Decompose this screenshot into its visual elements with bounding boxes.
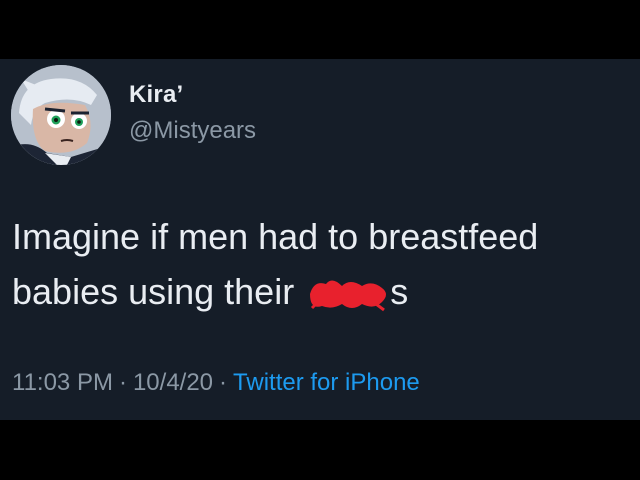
tweet-text: Imagine if men had to breastfeed babies … (12, 209, 624, 319)
user-handle[interactable]: @Mistyears (129, 117, 256, 145)
tweet-metadata: 11:03 PM · 10/4/20 · Twitter for iPhone (12, 369, 420, 397)
tweet-line-2: babies using their s (12, 264, 624, 319)
tweet-line-2-suffix: s (390, 271, 409, 312)
display-name[interactable]: Kira’ (129, 81, 183, 109)
tweet-source-link[interactable]: Twitter for iPhone (233, 369, 420, 396)
tweet-line-1: Imagine if men had to breastfeed (12, 216, 539, 257)
separator-dot: · (118, 369, 127, 396)
video-frame: Kira’ @Mistyears Imagine if men had to b… (0, 0, 640, 480)
tweet-card: Kira’ @Mistyears Imagine if men had to b… (0, 59, 640, 420)
cartoon-avatar-icon (11, 65, 111, 165)
redaction-scribble (306, 274, 390, 312)
tweet-date[interactable]: 10/4/20 (133, 369, 213, 396)
separator-dot: · (219, 369, 228, 396)
tweet-time[interactable]: 11:03 PM (12, 369, 113, 396)
tweet-line-2-prefix: babies using their (12, 271, 295, 312)
avatar[interactable] (11, 65, 111, 165)
